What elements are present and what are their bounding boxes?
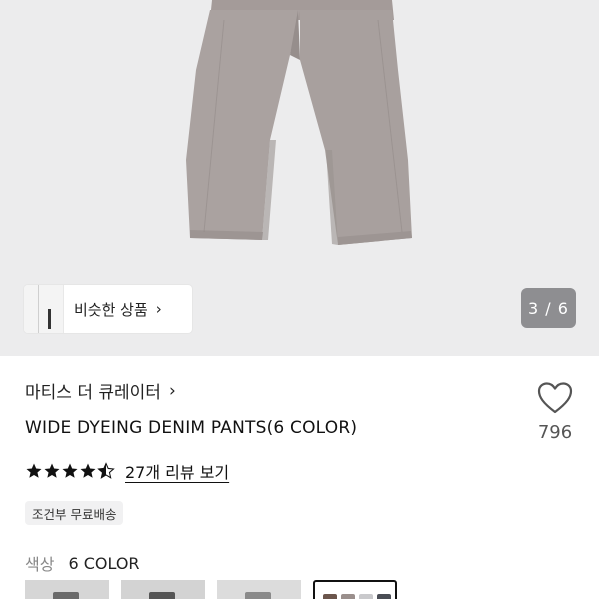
shipping-badge: 조건부 무료배송 <box>25 501 124 525</box>
product-image-carousel[interactable]: 비슷한 상품 › 3 / 6 <box>0 0 599 356</box>
star-icon <box>80 463 96 478</box>
similar-product-thumbnail <box>24 285 64 333</box>
star-icon <box>26 463 42 478</box>
color-swatch[interactable] <box>121 580 205 599</box>
color-swatch-list <box>25 580 409 599</box>
product-title: WIDE DYEING DENIM PANTS(6 COLOR) <box>25 418 358 438</box>
star-icon <box>44 463 60 478</box>
color-swatch[interactable] <box>217 580 301 599</box>
chevron-right-icon: › <box>168 380 176 401</box>
like-button[interactable]: 796 <box>532 382 578 452</box>
review-link[interactable]: 27개 리뷰 보기 <box>125 459 229 483</box>
star-half-icon <box>97 462 115 479</box>
chevron-right-icon: › <box>155 300 162 318</box>
color-value: 6 COLOR <box>68 553 140 573</box>
color-swatch[interactable] <box>25 580 109 599</box>
color-label: 색상 <box>25 555 55 574</box>
brand-link[interactable]: 마티스 더 큐레이터 › <box>25 378 176 404</box>
brand-name: 마티스 더 큐레이터 <box>25 383 161 403</box>
color-swatch-selected[interactable] <box>313 580 397 599</box>
star-rating <box>25 462 115 480</box>
heart-icon <box>537 382 573 414</box>
image-counter-badge: 3 / 6 <box>521 288 576 328</box>
color-option-row: 색상 6 COLOR <box>25 551 140 575</box>
like-count: 796 <box>537 422 573 443</box>
rating-row: 27개 리뷰 보기 <box>25 459 229 483</box>
similar-products-button[interactable]: 비슷한 상품 › <box>24 285 192 333</box>
star-icon <box>62 463 78 478</box>
similar-products-label: 비슷한 상품 <box>74 300 148 319</box>
